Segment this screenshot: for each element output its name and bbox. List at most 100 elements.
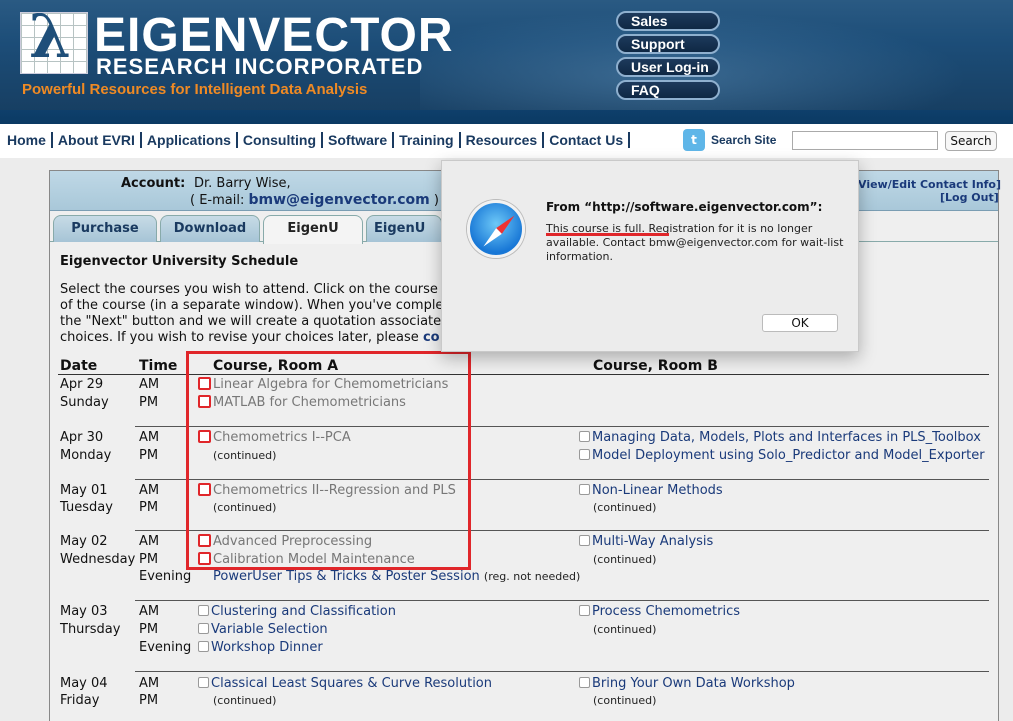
time-pm: PM [139,693,159,708]
intro-line-4-text: choices. If you wish to revise your choi… [60,330,419,345]
search-input[interactable] [792,131,938,150]
continued-label: (continued) [593,501,657,514]
course-classical-least-squares[interactable]: Classical Least Squares & Curve Resoluti… [198,676,492,691]
account-name: Dr. Barry Wise, [194,176,291,191]
time-pm: PM [139,622,159,637]
time-pm: PM [139,552,159,567]
banner-bottom-strip [0,110,1013,124]
twitter-icon[interactable]: t [683,129,705,151]
day-date: May 02 [60,534,108,549]
course-title[interactable]: Non-Linear Methods [592,483,723,498]
nav-training[interactable]: Training [394,132,461,148]
time-pm: PM [139,448,159,463]
nav-items: Home About EVRI Applications Consulting … [0,132,631,148]
course-title[interactable]: Managing Data, Models, Plots and Interfa… [592,430,981,445]
row-divider [135,600,989,601]
day-date: Apr 29 [60,377,104,392]
continued-label: (continued) [593,623,657,636]
time-am: AM [139,377,160,392]
course-clustering[interactable]: Clustering and Classification [198,604,396,619]
course-title[interactable]: Model Deployment using Solo_Predictor an… [592,448,985,463]
logo-icon[interactable]: λ [20,12,88,74]
intro-link[interactable]: co [423,330,440,345]
course-checkbox[interactable] [198,605,209,616]
user-login-link[interactable]: User Log-in [616,57,720,77]
course-title[interactable]: Classical Least Squares & Curve Resoluti… [211,676,492,691]
course-checkbox[interactable] [198,623,209,634]
course-title[interactable]: Clustering and Classification [211,604,396,619]
logo-subtitle: RESEARCH INCORPORATED [96,54,424,79]
time-pm: PM [139,395,159,410]
time-pm: PM [139,500,159,515]
course-checkbox[interactable] [579,677,590,688]
logo-tagline: Powerful Resources for Intelligent Data … [22,81,368,98]
course-managing-data[interactable]: Managing Data, Models, Plots and Interfa… [579,430,981,445]
email-suffix: ) [433,193,439,208]
time-evening: Evening [139,640,192,655]
tab-eigenu-online[interactable]: EigenU On [366,215,442,242]
support-link[interactable]: Support [616,34,720,54]
safari-compass-icon [467,200,525,258]
course-variable-selection[interactable]: Variable Selection [198,622,328,637]
dialog-message-line-2: available. Contact bmw@eigenvector.com f… [546,236,844,249]
nav-home[interactable]: Home [0,132,53,148]
account-email-link[interactable]: bmw@eigenvector.com [248,192,429,208]
course-checkbox[interactable] [579,431,590,442]
nav-applications[interactable]: Applications [142,132,238,148]
course-multi-way-analysis[interactable]: Multi-Way Analysis [579,534,713,549]
schedule-title: Eigenvector University Schedule [60,254,299,269]
course-title[interactable]: Process Chemometrics [592,604,740,619]
course-checkbox[interactable] [579,605,590,616]
course-poweruser-tips[interactable]: PowerUser Tips & Tricks & Poster Session… [213,569,580,584]
logout-link[interactable]: [Log Out] [940,191,999,204]
nav-software[interactable]: Software [323,132,395,148]
time-evening: Evening [139,569,192,584]
course-checkbox[interactable] [579,449,590,460]
day-date: May 04 [60,676,108,691]
ok-button[interactable]: OK [762,314,838,332]
tab-purchase[interactable]: Purchase [53,215,157,242]
nav-about-evri[interactable]: About EVRI [53,132,142,148]
continued-label: (continued) [213,694,277,707]
faq-link[interactable]: FAQ [616,80,720,100]
course-non-linear-methods[interactable]: Non-Linear Methods [579,483,723,498]
tab-eigenu[interactable]: EigenU [263,215,363,244]
course-bring-your-own-data[interactable]: Bring Your Own Data Workshop [579,676,795,691]
continued-label: (continued) [593,694,657,707]
course-title[interactable]: Workshop Dinner [211,640,323,655]
day-date: Apr 30 [60,430,104,445]
course-process-chemometrics[interactable]: Process Chemometrics [579,604,740,619]
lambda-icon: λ [29,12,72,72]
course-model-deployment[interactable]: Model Deployment using Solo_Predictor an… [579,448,985,463]
nav-resources[interactable]: Resources [461,132,545,148]
header-date: Date [60,358,98,374]
time-am: AM [139,676,160,691]
day-weekday: Wednesday [60,552,136,567]
intro-line-4: choices. If you wish to revise your choi… [60,330,440,345]
intro-line-2: of the course (in a separate window). Wh… [60,298,444,313]
dialog-message-line-3: information. [546,250,613,263]
logo-name[interactable]: EIGENVECTOR [94,12,454,60]
course-checkbox[interactable] [579,484,590,495]
time-am: AM [139,430,160,445]
search-button[interactable]: Search [945,131,997,151]
account-label: Account: [121,176,186,191]
nav-consulting[interactable]: Consulting [238,132,324,148]
course-workshop-dinner[interactable]: Workshop Dinner [198,640,323,655]
course-checkbox[interactable] [579,535,590,546]
course-checkbox[interactable] [198,641,209,652]
header-time: Time [139,358,178,374]
time-am: AM [139,534,160,549]
tab-download[interactable]: Download [160,215,260,242]
course-title[interactable]: Multi-Way Analysis [592,534,713,549]
registration-note: (reg. not needed) [483,570,581,583]
course-title[interactable]: Variable Selection [211,622,328,637]
course-title[interactable]: PowerUser Tips & Tricks & Poster Session [213,569,480,584]
view-edit-contact-link[interactable]: View/Edit Contact Info] [858,178,1001,191]
nav-contact-us[interactable]: Contact Us [544,132,631,148]
course-checkbox[interactable] [198,677,209,688]
dialog-underline-annotation [546,233,669,236]
course-title[interactable]: Bring Your Own Data Workshop [592,676,795,691]
sales-link[interactable]: Sales [616,11,720,31]
time-am: AM [139,483,160,498]
